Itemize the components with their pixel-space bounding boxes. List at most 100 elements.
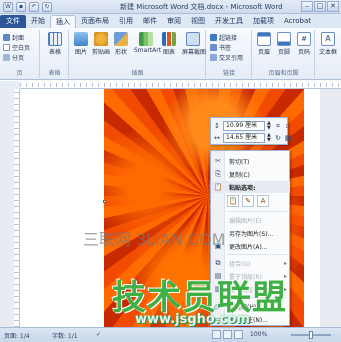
tab-acrobat[interactable]: Acrobat — [279, 15, 316, 28]
tab-home[interactable]: 开始 — [26, 15, 50, 28]
width-icon: ↔ — [214, 134, 220, 142]
word-logo-icon[interactable]: W — [3, 2, 13, 12]
wrap-icon[interactable]: ▦ — [284, 134, 292, 142]
width-row: ↔ 14.65 厘米 ▲ ▼ ↻ ▦ — [213, 133, 292, 143]
width-spinner[interactable]: ▲ ▼ — [267, 133, 272, 143]
cover-page-button[interactable]: 封面 — [3, 33, 24, 42]
chart-icon — [162, 32, 176, 46]
minimize-button[interactable]: – — [301, 1, 313, 12]
resize-handle-left[interactable] — [103, 200, 106, 203]
group-label-illustrations: 插图 — [131, 70, 144, 77]
height-spinner[interactable]: ▲ ▼ — [267, 121, 272, 131]
height-icon: ↕ — [214, 122, 220, 130]
screenshot-icon — [186, 32, 200, 46]
tab-insert[interactable]: 插入 — [50, 15, 76, 28]
smartart-icon — [139, 32, 153, 46]
cover-page-icon — [3, 34, 10, 41]
tab-review[interactable]: 审阅 — [162, 15, 186, 28]
page-break-icon — [3, 54, 10, 61]
paste-options: 📋 ✎ A — [227, 195, 269, 207]
group-label-pages: 页 — [16, 70, 23, 77]
word-count[interactable]: 字数: 1/1 — [52, 331, 78, 340]
quick-access-toolbar: W ▪ ↶ ↻ — [3, 2, 52, 12]
paste-options-header: 📋 粘贴选项: — [211, 181, 290, 193]
smartart-button[interactable]: SmartArt — [134, 32, 161, 54]
ruler-ticks — [20, 83, 341, 87]
ruler-corner[interactable] — [0, 81, 20, 89]
footer-button[interactable]: 页脚 — [275, 32, 293, 56]
blank-page-icon — [3, 44, 10, 51]
footer-icon — [277, 32, 291, 46]
menu-item-edit-picture[interactable]: 编辑图片(E) — [211, 214, 290, 226]
cross-reference-icon — [210, 54, 217, 61]
header-button[interactable]: 页眉 — [255, 32, 273, 56]
blank-page-button[interactable]: 空白页 — [3, 43, 30, 52]
menu-item-copy[interactable]: ⎘ 复制(C) — [211, 168, 290, 180]
ribbon: 封面 空白页 分页 页 表格 表格 图片 剪贴画 形状 SmartArt 图表 … — [0, 28, 341, 80]
paste-picture-icon[interactable]: ✎ — [242, 195, 254, 207]
maximize-button[interactable]: □ — [314, 1, 326, 12]
group-icon: ⧉ — [215, 258, 221, 267]
picture-button[interactable]: 图片 — [72, 32, 90, 56]
width-field[interactable]: 14.65 厘米 — [223, 133, 265, 143]
tab-references[interactable]: 引用 — [114, 15, 138, 28]
zoom-slider-thumb[interactable] — [309, 331, 313, 339]
group-links: 超链接 书签 交叉引用 链接 — [207, 30, 252, 78]
vertical-ruler[interactable] — [14, 89, 20, 327]
save-icon[interactable]: ▪ — [16, 2, 26, 12]
header-icon — [257, 32, 271, 46]
tab-developer[interactable]: 开发工具 — [210, 15, 248, 28]
page-number-icon: # — [297, 32, 311, 46]
clip-art-icon — [94, 32, 108, 46]
paste-text-only-icon[interactable]: A — [257, 195, 269, 207]
hyperlink-button[interactable]: 超链接 — [210, 33, 237, 42]
text-box-button[interactable]: A 文本框 — [319, 32, 337, 56]
window-controls: – □ ✕ — [301, 1, 339, 12]
shapes-button[interactable]: 形状 — [112, 32, 130, 56]
page-break-button[interactable]: 分页 — [3, 53, 24, 62]
zoom-level[interactable]: 100% — [250, 331, 267, 338]
ribbon-tabs: 文件 开始 插入 页面布局 引用 邮件 审阅 视图 开发工具 加载项 Acrob… — [0, 14, 341, 28]
shapes-icon — [114, 32, 128, 46]
group-header-footer: 页眉 页脚 # 页码 页眉和页脚 — [253, 30, 315, 78]
tab-file[interactable]: 文件 — [0, 15, 26, 28]
height-field[interactable]: 10.99 厘米 — [223, 121, 265, 131]
full-screen-view-icon[interactable] — [223, 330, 232, 339]
clip-art-button[interactable]: 剪贴画 — [92, 32, 110, 56]
copy-icon: ⎘ — [215, 169, 221, 178]
rotate-icon[interactable]: ↻ — [274, 134, 282, 142]
title-bar: W ▪ ↶ ↻ 新建 Microsoft Word 文档.docx - Micr… — [0, 0, 341, 14]
bookmark-button[interactable]: 书签 — [210, 43, 231, 52]
tab-mailings[interactable]: 邮件 — [138, 15, 162, 28]
status-bar: 页面: 1/4 字数: 1/1 ✓ 100% — [0, 327, 341, 342]
page-count[interactable]: 页面: 1/4 — [4, 331, 30, 340]
group-label-header-footer: 页眉和页脚 — [268, 70, 299, 77]
crop-icon[interactable]: ⌗ — [274, 122, 282, 130]
submenu-arrow-icon: ▸ — [283, 259, 287, 267]
clipboard-icon: 📋 — [213, 183, 223, 191]
table-button[interactable]: 表格 — [46, 32, 64, 56]
horizontal-ruler[interactable] — [20, 81, 341, 89]
chart-button[interactable]: 图表 — [160, 32, 178, 56]
scissors-icon: ✂ — [215, 157, 221, 165]
paste-keep-format-icon[interactable]: 📋 — [227, 195, 239, 207]
table-icon — [48, 32, 62, 46]
picture-icon — [74, 32, 88, 46]
menu-item-group[interactable]: ⧉ 组合(G) ▸ — [211, 257, 290, 269]
cross-reference-button[interactable]: 交叉引用 — [210, 53, 243, 62]
picture-size-toolbar: ↕ 10.99 厘米 ▲ ▼ ⌗ ▫ ↔ 14.65 厘米 ▲ ▼ ↻ ▦ — [210, 117, 291, 145]
print-layout-view-icon[interactable] — [212, 330, 221, 339]
screenshot-button[interactable]: 屏幕截图 — [182, 32, 206, 56]
tab-view[interactable]: 视图 — [186, 15, 210, 28]
group-tables: 表格 表格 — [41, 30, 69, 78]
undo-icon[interactable]: ↶ — [29, 2, 39, 12]
style-icon[interactable]: ▫ — [284, 122, 292, 130]
page-number-button[interactable]: # 页码 — [295, 32, 313, 56]
redo-icon[interactable]: ↻ — [42, 2, 52, 12]
menu-item-cut[interactable]: ✂ 剪切(T) — [211, 155, 290, 167]
spellcheck-icon[interactable]: ✓ — [96, 331, 101, 338]
web-layout-view-icon[interactable] — [234, 330, 243, 339]
close-button[interactable]: ✕ — [327, 1, 339, 12]
tab-page-layout[interactable]: 页面布局 — [76, 15, 114, 28]
tab-add-ins[interactable]: 加载项 — [248, 15, 279, 28]
